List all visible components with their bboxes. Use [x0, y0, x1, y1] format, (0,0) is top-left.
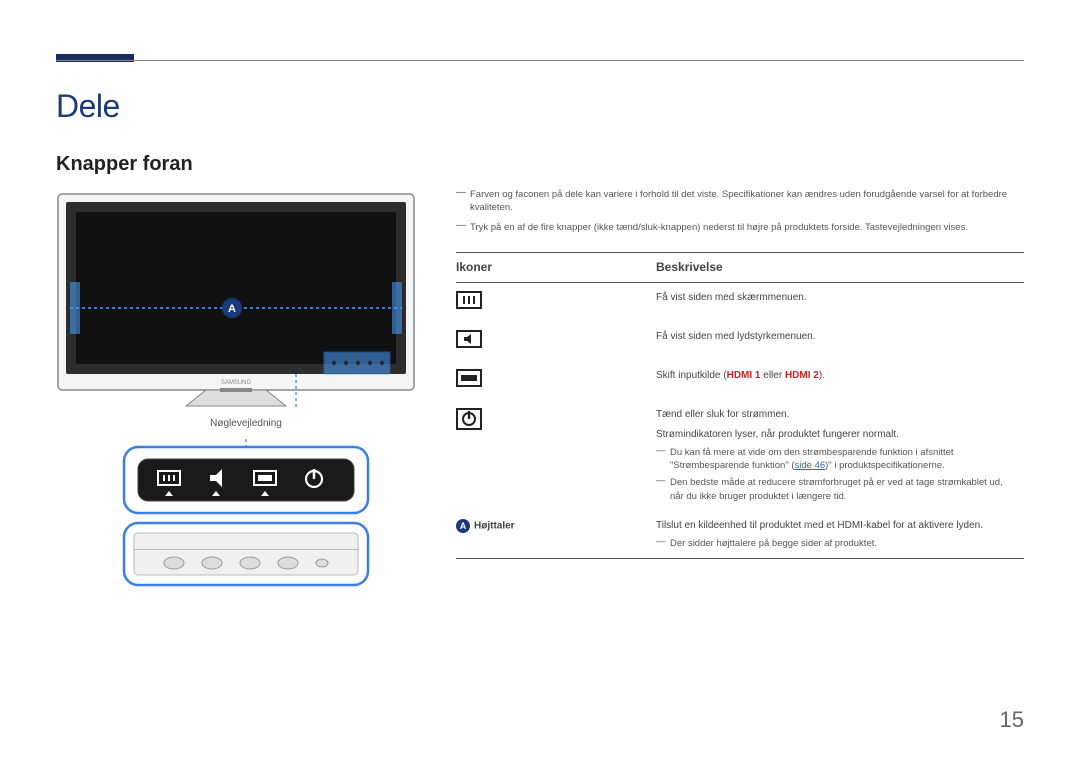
volume-icon — [456, 330, 482, 353]
button-panel-callout — [116, 439, 376, 599]
speaker-desc: Tilslut en kildeenhed til produktet med … — [656, 511, 1024, 559]
description-column: Farven og faconen på dele kan variere i … — [456, 188, 1024, 599]
menu-icon — [456, 291, 482, 314]
page-top-rule — [56, 60, 1024, 61]
page-subheading: Knapper foran — [56, 153, 1024, 176]
source-desc: Skift inputkilde (HDMI 1 eller HDMI 2). — [656, 361, 1024, 400]
icons-table: Ikoner Beskrivelse Få vist siden med skæ… — [456, 252, 1024, 559]
th-desc: Beskrivelse — [656, 252, 1024, 282]
badge-a-icon: A — [456, 519, 470, 533]
page-number: 15 — [1000, 707, 1024, 733]
table-row: Få vist siden med skærmmenuen. — [456, 282, 1024, 322]
th-icons: Ikoner — [456, 252, 656, 282]
note-1: Farven og faconen på dele kan variere i … — [456, 188, 1024, 215]
note-2: Tryk på en af de fire knapper (ikke tænd… — [456, 221, 1024, 234]
page-heading: Dele — [56, 88, 1024, 125]
page-link[interactable]: side 46 — [795, 460, 826, 471]
volume-desc: Få vist siden med lydstyrkemenuen. — [656, 322, 1024, 361]
diagram-column: SAMSUNG A Nøglevejledning — [56, 188, 436, 599]
power-desc: Tænd eller sluk for strømmen. Strømindik… — [656, 400, 1024, 511]
speaker-label-cell: AHøjttaler — [456, 511, 656, 559]
badge-a-text: A — [228, 303, 236, 315]
power-icon — [456, 408, 482, 435]
menu-desc: Få vist siden med skærmmenuen. — [656, 282, 1024, 322]
table-row: Skift inputkilde (HDMI 1 eller HDMI 2). — [456, 361, 1024, 400]
table-row: Få vist siden med lydstyrkemenuen. — [456, 322, 1024, 361]
diagram-caption: Nøglevejledning — [56, 418, 436, 429]
brand-text: SAMSUNG — [221, 380, 252, 386]
table-row: AHøjttaler Tilslut en kildeenhed til pro… — [456, 511, 1024, 559]
table-row: Tænd eller sluk for strømmen. Strømindik… — [456, 400, 1024, 511]
source-icon — [456, 369, 482, 392]
tv-front-diagram: SAMSUNG A — [56, 192, 416, 410]
